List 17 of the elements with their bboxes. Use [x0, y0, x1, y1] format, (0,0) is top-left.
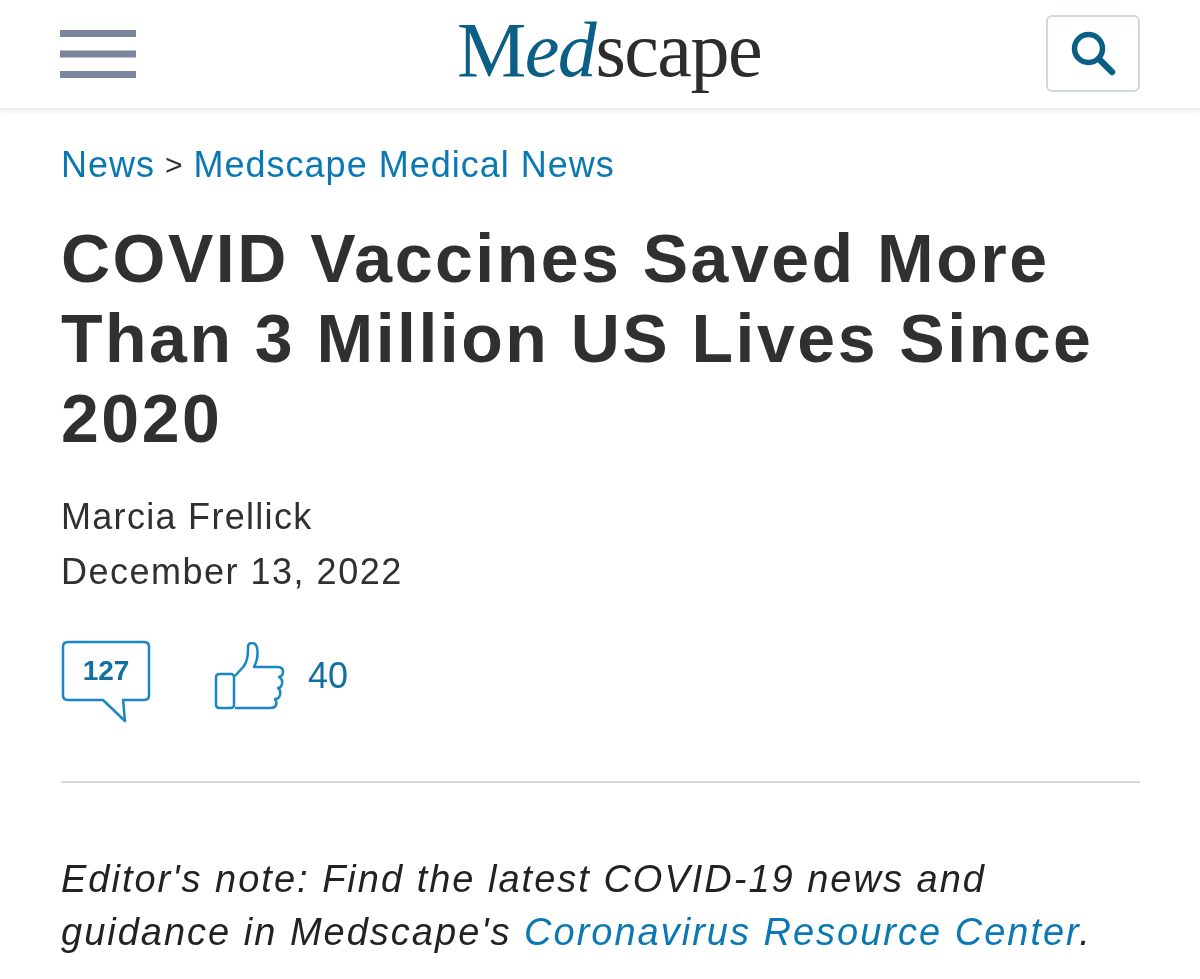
- menu-icon: [60, 30, 136, 78]
- search-button[interactable]: [1046, 14, 1140, 92]
- menu-button[interactable]: [60, 30, 136, 78]
- search-icon: [1070, 30, 1116, 76]
- publish-date: December 13, 2022: [61, 550, 403, 594]
- breadcrumb-link[interactable]: Medscape Medical News: [193, 141, 615, 189]
- author-name: Marcia Frellick: [61, 495, 313, 539]
- article-title: COVID Vaccines Saved More Than 3 Million US Lives Since 2020: [61, 219, 1095, 458]
- thumbs-up-icon: [214, 642, 286, 710]
- resource-center-link[interactable]: Coronavirus Resource Center: [524, 911, 1080, 953]
- like-button[interactable]: 40: [214, 642, 349, 710]
- medscape-logo[interactable]: Medscape: [456, 11, 762, 97]
- comments-button[interactable]: 127: [61, 640, 151, 724]
- breadcrumb-link[interactable]: News: [61, 141, 156, 189]
- breadcrumb-separator: >: [165, 147, 184, 183]
- editors-note: Editor's note: Find the latest COVID-19 news and guidance in Medscape's Coronavirus Resource Center.: [61, 857, 1093, 955]
- speech-bubble-icon: [61, 640, 151, 724]
